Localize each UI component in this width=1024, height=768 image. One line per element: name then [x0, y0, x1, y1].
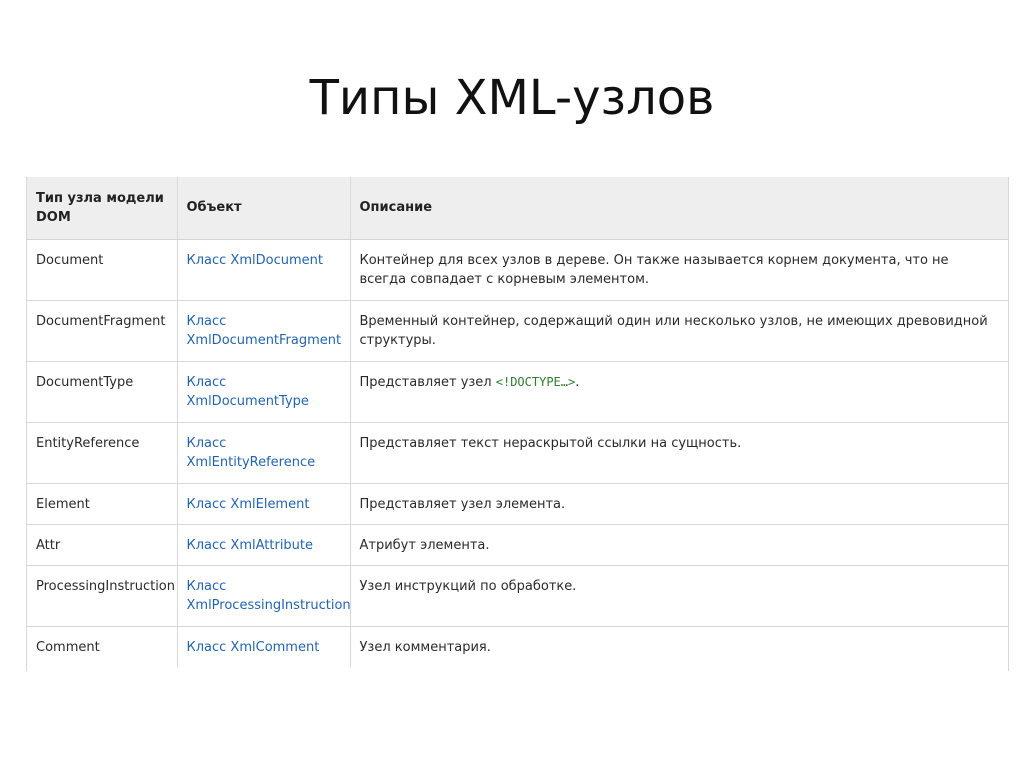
cell-description: Представляет узел <!DOCTYPE…>.: [350, 361, 1008, 423]
cell-description: Контейнер для всех узлов в дереве. Он та…: [350, 239, 1008, 301]
class-link[interactable]: Класс XmlComment: [187, 640, 320, 655]
table-body: Document Класс XmlDocument Контейнер для…: [27, 239, 1008, 667]
class-link[interactable]: Класс XmlDocumentFragment: [187, 314, 342, 348]
class-link[interactable]: Класс XmlAttribute: [187, 538, 314, 553]
table-row: DocumentFragment Класс XmlDocumentFragme…: [27, 300, 1008, 362]
xml-node-types-table: Тип узла модели DOM Объект Описание Docu…: [26, 177, 1009, 671]
class-link[interactable]: Класс XmlEntityReference: [187, 436, 316, 470]
cell-node-type: Element: [27, 483, 178, 525]
cell-object: Класс XmlAttribute: [177, 524, 351, 566]
slide-title: Типы XML-узлов: [309, 70, 715, 126]
cell-description: Узел инструкций по обработке.: [350, 565, 1008, 627]
table-header: Тип узла модели DOM Объект Описание: [27, 177, 1008, 240]
cell-object: Класс XmlComment: [177, 626, 351, 667]
table-row: ProcessingInstruction Класс XmlProcessin…: [27, 565, 1008, 627]
slide: Типы XML-узлов Тип узла модели DOM Объек…: [0, 0, 1024, 768]
cell-description: Представляет узел элемента.: [350, 483, 1008, 525]
header-node-type: Тип узла модели DOM: [27, 177, 178, 240]
cell-description: Атрибут элемента.: [350, 524, 1008, 566]
description-text: Представляет узел: [359, 374, 496, 390]
cell-node-type: Comment: [27, 626, 178, 667]
cell-object: Класс XmlDocument: [177, 239, 351, 301]
class-link[interactable]: Класс XmlDocumentType: [187, 375, 309, 409]
table-row: Comment Класс XmlComment Узел комментари…: [27, 626, 1008, 667]
cell-node-type: DocumentFragment: [27, 300, 178, 362]
table-row: DocumentType Класс XmlDocumentType Предс…: [27, 361, 1008, 423]
class-link[interactable]: Класс XmlProcessingInstruction: [187, 579, 350, 613]
cell-description: Представляет текст нераскрытой ссылки на…: [350, 422, 1008, 484]
cell-node-type: EntityReference: [27, 422, 178, 484]
class-link[interactable]: Класс XmlDocument: [187, 253, 323, 268]
cell-object: Класс XmlDocumentFragment: [177, 300, 351, 362]
description-text: .: [575, 374, 580, 390]
cell-node-type: Attr: [27, 524, 178, 566]
header-row: Тип узла модели DOM Объект Описание: [27, 177, 1008, 240]
table: Тип узла модели DOM Объект Описание Docu…: [27, 177, 1008, 667]
cell-node-type: ProcessingInstruction: [27, 565, 178, 627]
table-row: Document Класс XmlDocument Контейнер для…: [27, 239, 1008, 301]
cell-object: Класс XmlElement: [177, 483, 351, 525]
header-description: Описание: [350, 177, 1008, 240]
table-row: EntityReference Класс XmlEntityReference…: [27, 422, 1008, 484]
table-row: Attr Класс XmlAttribute Атрибут элемента…: [27, 524, 1008, 566]
class-link[interactable]: Класс XmlElement: [187, 497, 310, 512]
cell-object: Класс XmlEntityReference: [177, 422, 351, 484]
cell-description: Узел комментария.: [359, 639, 491, 655]
cell-description: Временный контейнер, содержащий один или…: [350, 300, 1008, 362]
table-row: Element Класс XmlElement Представляет уз…: [27, 483, 1008, 525]
cell-node-type: DocumentType: [27, 361, 178, 423]
header-object: Объект: [177, 177, 351, 240]
doctype-code: <!DOCTYPE…>: [495, 374, 576, 389]
cell-object: Класс XmlProcessingInstruction: [177, 565, 351, 627]
cell-node-type: Document: [27, 239, 178, 301]
cell-object: Класс XmlDocumentType: [177, 361, 351, 423]
